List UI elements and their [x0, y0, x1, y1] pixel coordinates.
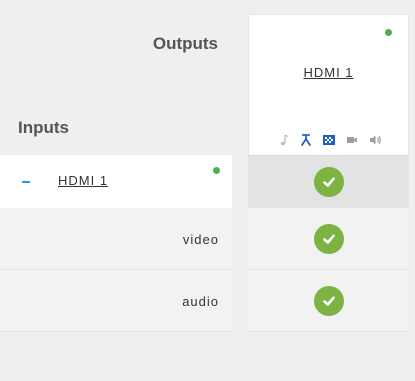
route-cell-audio[interactable] — [248, 270, 409, 332]
route-check-icon[interactable] — [313, 285, 344, 316]
outputs-heading: Outputs — [152, 34, 218, 53]
route-cell-video[interactable] — [248, 208, 409, 270]
input-hdmi-1-link[interactable]: HDMI 1 — [58, 173, 108, 188]
input-subrow-video: video — [0, 208, 232, 270]
crossing-icon[interactable] — [299, 133, 313, 147]
collapse-toggle[interactable] — [22, 181, 30, 183]
music-icon[interactable] — [276, 133, 290, 147]
input-row-hdmi-1: HDMI 1 — [0, 155, 232, 208]
output-icon-bar — [249, 133, 408, 147]
video-camera-icon[interactable] — [345, 133, 359, 147]
speaker-icon[interactable] — [368, 133, 382, 147]
subrow-label-video: video — [182, 232, 219, 247]
routing-matrix: Outputs Inputs HDMI 1 HDMI 1 video audio — [0, 0, 415, 381]
route-check-icon[interactable] — [313, 167, 344, 197]
route-cell-hdmi-1[interactable] — [248, 155, 409, 208]
output-hdmi-1-link[interactable]: HDMI 1 — [249, 65, 408, 80]
input-subrow-audio: audio — [0, 270, 232, 332]
output-status-dot — [385, 29, 392, 36]
output-card-hdmi-1: HDMI 1 — [248, 14, 409, 160]
inputs-heading: Inputs — [18, 118, 69, 137]
subrow-label-audio: audio — [182, 294, 219, 309]
input-status-dot — [213, 167, 220, 174]
test-pattern-icon[interactable] — [322, 133, 336, 147]
route-check-icon[interactable] — [313, 223, 344, 254]
